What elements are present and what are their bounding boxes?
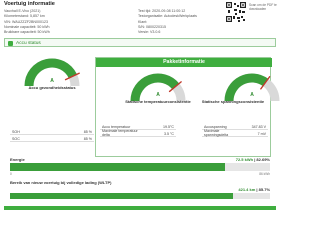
range-bar (10, 193, 270, 199)
row-value: 7 mV (257, 131, 266, 136)
range-bar-fill (10, 193, 233, 199)
row-key: SOC (12, 136, 20, 141)
range-amount: 421.4 km (238, 187, 256, 192)
table-row: SOH 85 % (10, 128, 94, 135)
range-percent: 85.7% (258, 187, 270, 192)
range-value: 421.4 km | 85.7% (238, 187, 270, 192)
row-value: 19.5°C (162, 124, 174, 129)
range-title: Bereik van nieuw voertuig bij volledige … (10, 180, 112, 185)
row-key: Maximale temperatuur delta (102, 129, 138, 137)
energy-scale-min: 0 (10, 172, 12, 176)
temperature-grade: A (156, 92, 160, 98)
row-value: 85 % (83, 136, 92, 141)
health-panel: A Accu gezondheidsstatus SOH 85 % SOC 85… (10, 50, 94, 150)
energy-percent: 82.69% (256, 157, 270, 162)
qr-caption: Scan om de PDF te downloaden (249, 3, 277, 11)
test-line: Testorganisatie: AutodeskWerkplaats (138, 14, 197, 19)
vehicle-info-left: Vauxhall E-Vivo (2021) Kilometerstand: 5… (4, 9, 50, 35)
pakket-title: Pakketinformatie (96, 58, 272, 67)
table-row: Maximale temperatuur delta 3.5 °C (100, 129, 176, 137)
accu-status-header: Accu status (4, 38, 276, 47)
row-value: 85 % (83, 129, 92, 134)
row-value: 347.83 V (251, 124, 266, 129)
qr-code-icon[interactable] (226, 2, 246, 22)
vehicle-info-title: Voertuig informatie (4, 1, 55, 7)
battery-icon (8, 40, 13, 46)
test-line: Versie: V3.0.6 (138, 30, 161, 35)
energy-scale-max: 86 kWh (259, 172, 270, 176)
vehicle-line: Kilometerstand: 5,857 km (4, 14, 45, 19)
accu-status-title: Accu status (16, 40, 41, 46)
row-key: Accu temperatuur (102, 124, 131, 129)
energy-value: 72.5 kWh | 82.69% (235, 157, 270, 162)
health-grade: A (50, 78, 54, 84)
energy-bar-fill (10, 163, 225, 171)
vehicle-line: Bruikbare capaciteit: 50 kWh (4, 30, 50, 35)
row-key: SOH (12, 129, 20, 134)
voltage-grade: A (250, 92, 254, 98)
table-row: SOC 85 % (10, 135, 94, 142)
row-key: Maximale spanningsdelta (204, 129, 229, 137)
table-row: Maximale spanningsdelta 7 mV (202, 129, 268, 137)
energy-title: Energie (10, 157, 25, 162)
test-info: Test tijd: 2020-09-08 11:00:12 Testorgan… (138, 9, 197, 35)
health-label: Accu gezondheidsstatus (28, 85, 76, 90)
footer-bar (4, 206, 276, 210)
pakket-panel: Pakketinformatie A Statische temperatuur… (95, 57, 280, 157)
vehicle-info: Voertuig informatie Vauxhall E-Vivo (202… (4, 1, 277, 37)
row-value: 3.5 °C (163, 131, 174, 136)
voltage-label: Statische spanningsconsistentie (201, 99, 265, 104)
row-key: Accuspanning (204, 124, 227, 129)
energy-bar (10, 163, 270, 171)
energy-amount: 72.5 kWh (235, 157, 254, 162)
